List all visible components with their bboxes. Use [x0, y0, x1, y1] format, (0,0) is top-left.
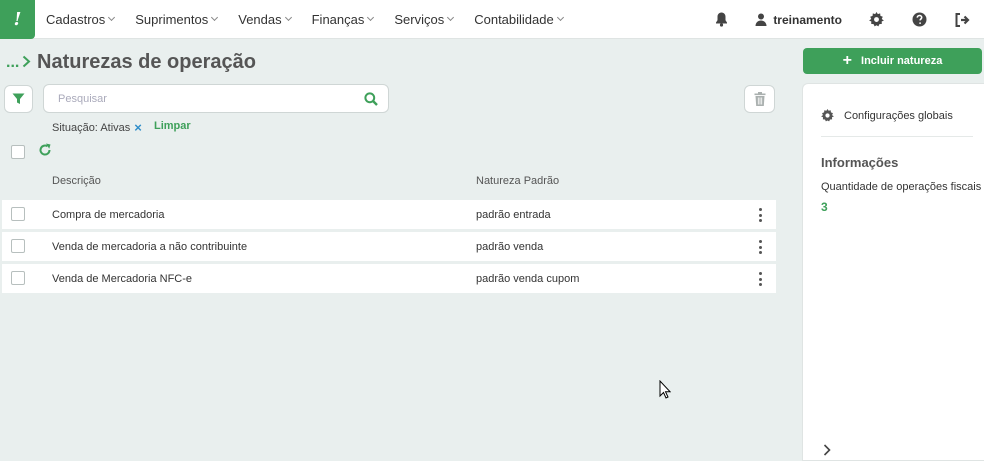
more-options-icon[interactable] — [756, 240, 764, 254]
more-options-icon[interactable] — [756, 208, 764, 222]
info-value: 3 — [821, 200, 828, 214]
column-header-descricao[interactable]: Descrição — [52, 175, 101, 187]
row-natureza: padrão entrada — [476, 208, 551, 221]
table-row[interactable]: Venda de Mercadoria NFC-e padrão venda c… — [2, 264, 776, 293]
logo-mark: ! — [13, 8, 22, 30]
delete-button[interactable] — [744, 85, 775, 113]
filter-icon — [12, 93, 25, 104]
filter-button[interactable] — [4, 85, 33, 113]
chevron-down-icon — [556, 13, 564, 22]
page-title: Naturezas de operação — [37, 51, 256, 73]
user-menu[interactable]: treinamento — [755, 13, 842, 27]
search-icon[interactable] — [364, 92, 378, 109]
chevron-down-icon — [367, 13, 375, 22]
gear-icon[interactable] — [868, 12, 884, 28]
search-input[interactable] — [58, 91, 348, 107]
menu-label: Suprimentos — [135, 11, 209, 27]
filter-tag-label: Situação: Ativas — [52, 121, 131, 134]
side-panel: Configurações globais Informações Quanti… — [802, 83, 984, 461]
add-natureza-button[interactable]: + Incluir natureza — [803, 48, 982, 74]
row-checkbox[interactable] — [11, 271, 25, 285]
chevron-down-icon — [211, 13, 219, 22]
divider — [821, 136, 973, 137]
menu-vendas[interactable]: Vendas — [238, 11, 292, 27]
global-settings-link[interactable]: Configurações globais — [821, 109, 953, 122]
row-descricao: Venda de mercadoria a não contribuinte — [52, 240, 248, 253]
menu-label: Cadastros — [46, 11, 106, 27]
bell-icon[interactable] — [713, 12, 729, 28]
row-natureza: padrão venda — [476, 240, 544, 253]
menu-label: Vendas — [238, 11, 282, 27]
trash-icon — [754, 92, 765, 106]
user-name: treinamento — [773, 12, 842, 27]
menu-label: Finanças — [311, 11, 365, 27]
global-settings-label: Configurações globais — [844, 109, 953, 122]
menu-contabilidade[interactable]: Contabilidade — [474, 11, 564, 27]
breadcrumb-ellipsis[interactable]: ... — [6, 54, 19, 72]
row-descricao: Venda de Mercadoria NFC-e — [52, 272, 193, 285]
plus-icon: + — [842, 52, 853, 69]
menu-label: Serviços — [394, 11, 445, 27]
info-label: Quantidade de operações fiscais — [821, 181, 982, 193]
chevron-right-icon[interactable] — [823, 444, 831, 459]
menu-financas[interactable]: Finanças — [311, 11, 375, 27]
column-header-natureza[interactable]: Natureza Padrão — [476, 175, 559, 187]
info-title: Informações — [821, 155, 899, 170]
row-checkbox[interactable] — [11, 207, 25, 221]
top-navbar: ! Cadastros Suprimentos Vendas Finanças … — [0, 0, 984, 39]
chevron-down-icon — [447, 13, 455, 22]
main-menu: Cadastros Suprimentos Vendas Finanças Se… — [46, 12, 584, 27]
logout-icon[interactable] — [954, 12, 970, 28]
active-filter-tag: Situação: Ativas × — [52, 120, 142, 135]
chevron-right-icon — [22, 55, 31, 71]
table-row[interactable]: Venda de mercadoria a não contribuinte p… — [2, 232, 776, 261]
row-descricao: Compra de mercadoria — [52, 208, 165, 221]
row-checkbox[interactable] — [11, 239, 25, 253]
menu-suprimentos[interactable]: Suprimentos — [135, 11, 219, 27]
chevron-down-icon — [284, 13, 292, 22]
chevron-down-icon — [108, 13, 116, 22]
row-natureza: padrão venda cupom — [476, 272, 580, 285]
search-box — [43, 84, 389, 113]
menu-servicos[interactable]: Serviços — [394, 11, 455, 27]
app-logo[interactable]: ! — [0, 0, 35, 39]
mouse-cursor-icon — [659, 379, 672, 402]
table-row[interactable]: Compra de mercadoria padrão entrada — [2, 200, 776, 229]
user-icon — [755, 13, 767, 26]
more-options-icon[interactable] — [756, 272, 764, 286]
gear-icon — [821, 109, 834, 122]
add-natureza-label: Incluir natureza — [861, 55, 943, 67]
top-right-actions: treinamento — [713, 0, 984, 39]
remove-filter-icon[interactable]: × — [134, 120, 142, 135]
refresh-icon[interactable] — [38, 143, 52, 160]
clear-filters-link[interactable]: Limpar — [154, 120, 191, 132]
menu-label: Contabilidade — [474, 11, 554, 27]
help-icon[interactable] — [911, 12, 927, 28]
menu-cadastros[interactable]: Cadastros — [46, 11, 116, 27]
select-all-checkbox[interactable] — [11, 145, 25, 159]
